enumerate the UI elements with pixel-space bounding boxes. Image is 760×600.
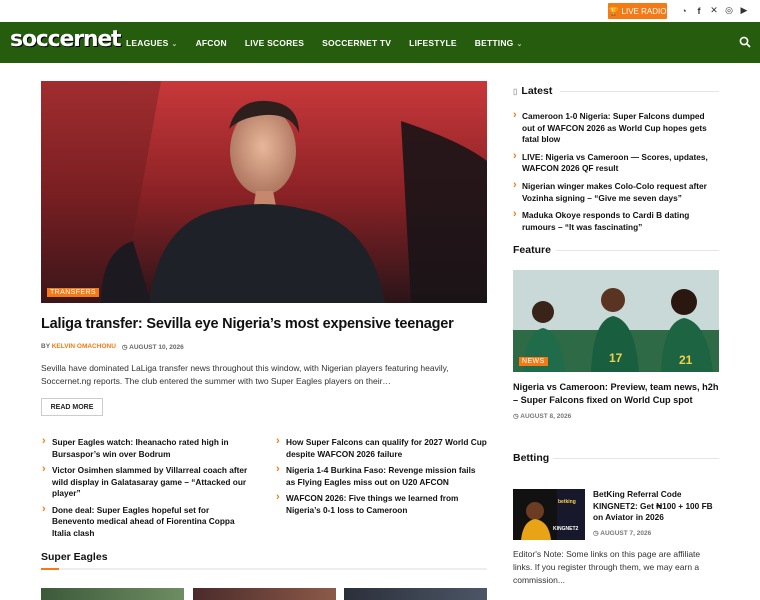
article-thumbnail[interactable] [344, 588, 487, 600]
nav-item-leagues[interactable]: LEAGUES ⌄ [117, 38, 187, 48]
feature-title[interactable]: Nigeria vs Cameroon: Preview, team news,… [513, 381, 719, 407]
instagram-icon[interactable]: ◎ [724, 4, 734, 17]
live-radio-label: LIVE RADIO [621, 6, 667, 16]
whatsapp-icon[interactable]: ◔ [679, 4, 689, 17]
sidebar-heading-latest: ▯ Latest [513, 85, 553, 97]
read-more-button[interactable]: READ MORE [41, 398, 103, 416]
betting-thumbnail[interactable]: betking KINGNET2 [513, 489, 585, 540]
byline-prefix: BY [41, 343, 50, 350]
bookmark-icon: ▯ [513, 87, 518, 96]
betting-date: ◷ AUGUST 7, 2026 [593, 530, 652, 537]
category-tag[interactable]: NEWS [519, 357, 548, 366]
svg-text:17: 17 [609, 351, 623, 365]
search-icon[interactable] [739, 36, 751, 48]
clock-icon: ◷ [513, 413, 519, 420]
list-item[interactable]: Nigeria 1-4 Burkina Faso: Revenge missio… [275, 464, 487, 488]
divider [553, 458, 719, 459]
list-item[interactable]: Victor Osimhen slammed by Villarreal coa… [41, 464, 251, 500]
list-item[interactable]: Cameroon 1-0 Nigeria: Super Falcons dump… [513, 110, 719, 146]
feature-image[interactable]: 17 21 NEWS [513, 270, 719, 372]
clock-icon: ◷ [121, 344, 128, 351]
clock-icon: ◷ [593, 530, 599, 537]
author-link[interactable]: KELVIN OMACHONU [52, 343, 116, 350]
betting-title[interactable]: BetKing Referral Code KINGNET2: Get ₦100… [593, 489, 719, 524]
nav-item-live-scores[interactable]: LIVE SCORES [236, 38, 313, 48]
hero-title[interactable]: Laliga transfer: Sevilla eye Nigeria’s m… [41, 316, 487, 332]
feature-date: ◷ AUGUST 8, 2026 [513, 413, 572, 420]
nav-item-betting[interactable]: BETTING ⌄ [466, 38, 532, 48]
hero-image[interactable]: TRANSFERS [41, 81, 487, 303]
list-item[interactable]: WAFCON 2026: Five things we learned from… [275, 492, 487, 516]
x-icon[interactable]: ✕ [709, 4, 719, 17]
nav-menu: LEAGUES ⌄ AFCON LIVE SCORES SOCCERNET TV … [117, 22, 532, 63]
editor-note: Editor's Note: Some links on this page a… [513, 549, 701, 585]
list-item[interactable]: Done deal: Super Eagles hopeful set for … [41, 504, 251, 540]
section-divider [41, 568, 487, 570]
main-nav: soccernet LEAGUES ⌄ AFCON LIVE SCORES SOC… [0, 22, 760, 63]
list-item[interactable]: Super Eagles watch: Iheanacho rated high… [41, 436, 251, 460]
betting-brand-label: betking [558, 499, 576, 505]
svg-text:21: 21 [679, 353, 693, 367]
nav-item-lifestyle[interactable]: LIFESTYLE [400, 38, 466, 48]
list-item[interactable]: LIVE: Nigeria vs Cameroon — Scores, upda… [513, 151, 719, 175]
hero-meta: BY KELVIN OMACHONU ◷ AUGUST 10, 2026 [41, 343, 184, 351]
post-date: AUGUST 10, 2026 [129, 344, 184, 351]
facebook-icon[interactable]: f [694, 4, 704, 17]
sidebar-heading-betting: Betting [513, 452, 550, 464]
category-tag[interactable]: TRANSFERS [47, 288, 99, 297]
list-item[interactable]: Maduka Okoye responds to Cardi B dating … [513, 209, 719, 233]
live-radio-button[interactable]: 🏆 LIVE RADIO [608, 3, 667, 19]
article-thumbnail[interactable] [41, 588, 184, 600]
more-news-left: Super Eagles watch: Iheanacho rated high… [41, 436, 251, 544]
latest-list: Cameroon 1-0 Nigeria: Super Falcons dump… [513, 110, 719, 239]
betting-code-label: KINGNET2 [553, 526, 579, 532]
site-logo[interactable]: soccernet [10, 27, 122, 52]
nav-item-afcon[interactable]: AFCON [187, 38, 236, 48]
divider [556, 250, 719, 251]
chevron-down-icon: ⌄ [171, 40, 178, 48]
social-links: ◔ f ✕ ◎ ▶ [679, 4, 749, 17]
list-item[interactable]: Nigerian winger makes Colo-Colo request … [513, 180, 719, 204]
list-item[interactable]: How Super Falcons can qualify for 2027 W… [275, 436, 487, 460]
nav-item-soccernet-tv[interactable]: SOCCERNET TV [313, 38, 400, 48]
top-bar: 🏆 LIVE RADIO ◔ f ✕ ◎ ▶ [0, 0, 760, 22]
trophy-icon: 🏆 [608, 6, 619, 16]
article-thumbnail[interactable] [193, 588, 336, 600]
youtube-icon[interactable]: ▶ [739, 4, 749, 17]
divider [560, 91, 719, 92]
section-heading-super-eagles[interactable]: Super Eagles [41, 551, 108, 563]
sidebar-heading-feature: Feature [513, 244, 551, 256]
more-news-right: How Super Falcons can qualify for 2027 W… [275, 436, 487, 521]
hero-excerpt: Sevilla have dominated LaLiga transfer n… [41, 363, 449, 386]
chevron-down-icon: ⌄ [516, 40, 523, 48]
